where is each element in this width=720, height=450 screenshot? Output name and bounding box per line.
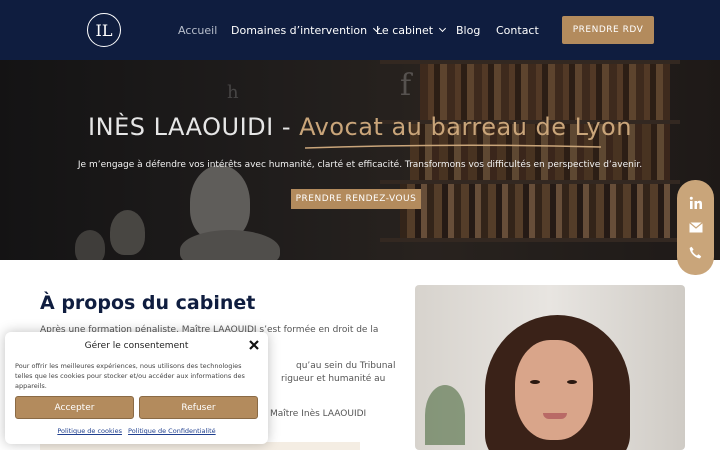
nav-label: Blog [456,23,481,37]
title-underline [304,144,602,149]
about-title: À propos du cabinet [40,292,256,314]
nav-label: Accueil [178,23,218,37]
about-paragraph: rigueur et humanité au [281,374,386,384]
hero-title-accent: Avocat au barreau de Lyon [299,113,632,141]
refuse-cookies-button[interactable]: Refuser [139,396,258,419]
chevron-down-icon [439,24,447,33]
book-appointment-button[interactable]: PRENDRE RDV [562,16,654,44]
about-paragraph: Maître Inès LAAOUIDI [270,409,367,419]
site-logo[interactable]: IL [87,13,121,47]
lawyer-portrait [415,285,685,450]
linkedin-icon[interactable] [689,196,703,210]
nav-item-contact[interactable]: Contact [496,0,539,60]
phone-icon[interactable] [689,246,702,259]
social-sidebar [677,180,714,275]
about-paragraph: qu’au sein du Tribunal [296,361,396,371]
accept-cookies-button[interactable]: Accepter [15,396,134,419]
nav-label: Le cabinet [376,23,434,37]
cookie-title: Gérer le consentement [84,341,189,351]
nav-item-cabinet[interactable]: Le cabinet [376,0,447,60]
site-header: IL Accueil Domaines d’intervention Le ca… [0,0,720,60]
nav-item-domaines[interactable]: Domaines d’intervention [231,0,381,60]
cookie-consent-banner: Gérer le consentement Pour offrir les me… [5,332,268,444]
cookie-description: Pour offrir les meilleures expériences, … [15,362,245,390]
hero-appointment-button[interactable]: PRENDRE RENDEZ-VOUS [291,189,421,209]
cookie-links: Politique de cookies Politique de Confid… [5,427,268,435]
hero-title: INÈS LAAOUIDI - Avocat au barreau de Lyo… [88,113,632,141]
privacy-policy-link[interactable]: Politique de Confidentialité [128,427,216,435]
nav-label: Domaines d’intervention [231,23,368,37]
mail-icon[interactable] [688,222,703,233]
hero-subtitle: Je m’engage à défendre vos intérêts avec… [77,160,643,170]
hero-banner: f h INÈS LAAOUIDI - Avocat au barreau de… [0,60,720,260]
nav-item-accueil[interactable]: Accueil [178,0,217,60]
cookie-policy-link[interactable]: Politique de cookies [57,427,122,435]
nav-label: Contact [496,23,539,37]
close-icon[interactable] [248,339,260,351]
nav-item-blog[interactable]: Blog [456,0,480,60]
